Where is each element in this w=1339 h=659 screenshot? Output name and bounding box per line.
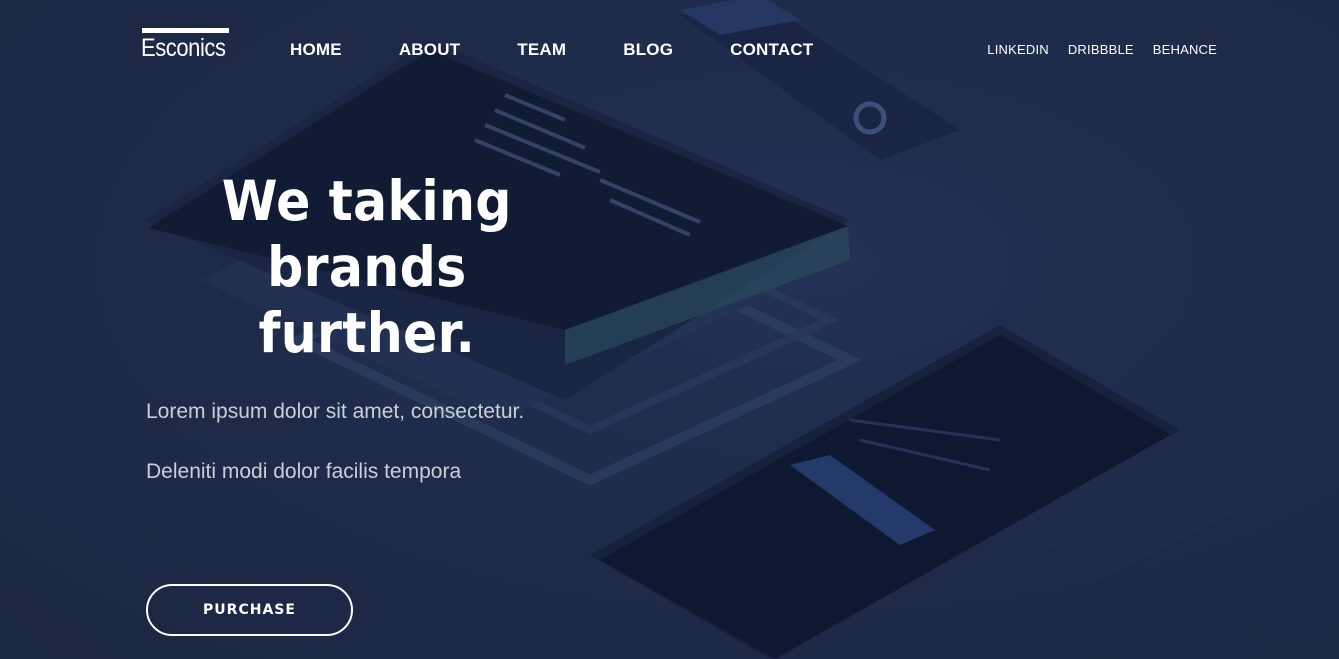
hero-section: Esconics HOME ABOUT TEAM BLOG CONTACT LI…: [0, 0, 1339, 659]
nav-contact[interactable]: CONTACT: [730, 38, 813, 62]
brand-logo[interactable]: Esconics: [141, 28, 231, 64]
logo-bar-graphic: [142, 28, 229, 33]
small-card-graphic: [680, 0, 960, 160]
social-dribbble-link[interactable]: DRIBBBLE: [1068, 40, 1134, 60]
social-linkedin-link[interactable]: LINKEDIN: [987, 40, 1049, 60]
social-behance-link[interactable]: BEHANCE: [1153, 40, 1217, 60]
hero-headline-line1: We taking brands: [221, 169, 512, 299]
main-nav: HOME ABOUT TEAM BLOG CONTACT: [290, 38, 870, 62]
logo-text: Esconics: [141, 34, 226, 62]
purchase-button[interactable]: PURCHASE: [146, 584, 353, 636]
hero-subtext-line2: Deleniti modi dolor facilis tempora: [146, 460, 462, 483]
social-links: LINKEDIN DRIBBBLE BEHANCE: [968, 40, 1217, 60]
nav-about[interactable]: ABOUT: [399, 38, 460, 62]
nav-blog[interactable]: BLOG: [623, 38, 673, 62]
hero-subtext-line1: Lorem ipsum dolor sit amet, consectetur.: [146, 400, 525, 423]
nav-team[interactable]: TEAM: [517, 38, 566, 62]
bottom-screen-graphic: [590, 325, 1180, 659]
hero-headline: We taking brands further.: [146, 168, 588, 366]
nav-home[interactable]: HOME: [290, 38, 342, 62]
hero-headline-line2: further.: [258, 301, 476, 365]
